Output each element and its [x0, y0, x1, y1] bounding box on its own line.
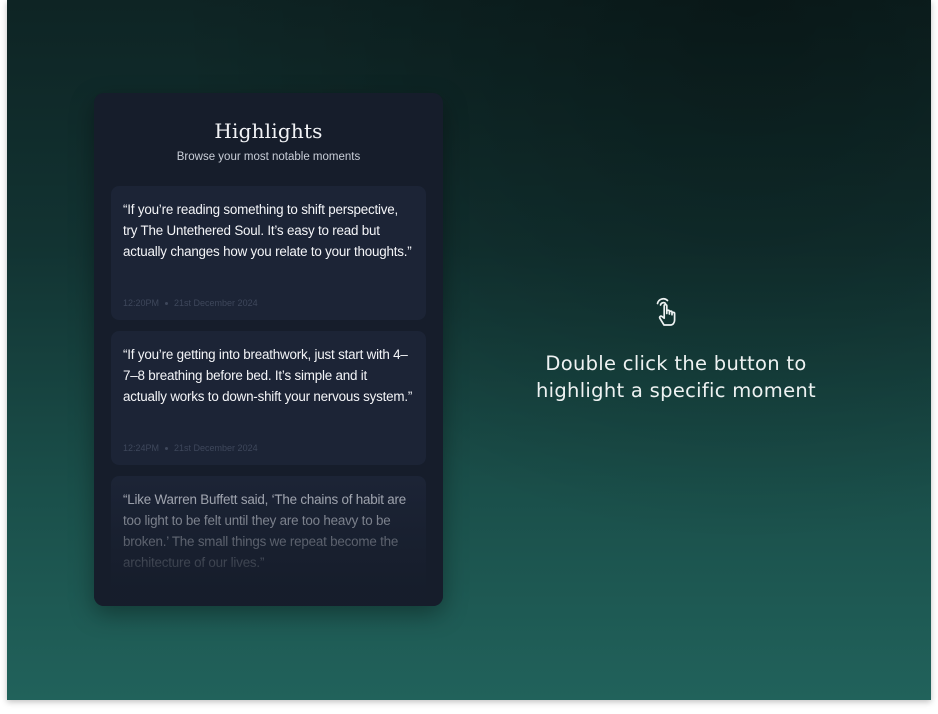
highlight-date: 21st December 2024: [174, 443, 258, 453]
panel-subtitle: Browse your most notable moments: [176, 151, 361, 163]
highlight-meta: 12:24PM 21st December 2024: [123, 443, 258, 453]
pointer-hand-icon: [656, 298, 676, 326]
highlight-card[interactable]: “If you’re reading something to shift pe…: [111, 186, 426, 320]
highlight-quote: “Like Warren Buffett said, ‘The chains o…: [123, 492, 407, 570]
highlight-quote: “If you’re reading something to shift pe…: [123, 202, 412, 259]
highlight-time: 12:24PM: [123, 443, 160, 453]
panel-title: Highlights: [214, 119, 323, 143]
app-canvas: Highlights Browse your most notable mome…: [7, 0, 931, 700]
highlight-meta: 12:20PM 21st December 2024: [123, 298, 258, 308]
highlight-card[interactable]: “Like Warren Buffett said, ‘The chains o…: [111, 476, 426, 606]
highlight-time: 12:20PM: [123, 298, 160, 308]
highlight-card[interactable]: “If you’re getting into breathwork, just…: [111, 331, 426, 465]
separator-dot-icon: [165, 446, 169, 450]
highlight-quote: “If you’re getting into breathwork, just…: [123, 347, 413, 404]
highlights-panel: Highlights Browse your most notable mome…: [94, 93, 443, 606]
hint-text: Double click the button to highlight a s…: [536, 352, 816, 402]
highlight-date: 21st December 2024: [174, 298, 258, 308]
separator-dot-icon: [165, 301, 169, 305]
